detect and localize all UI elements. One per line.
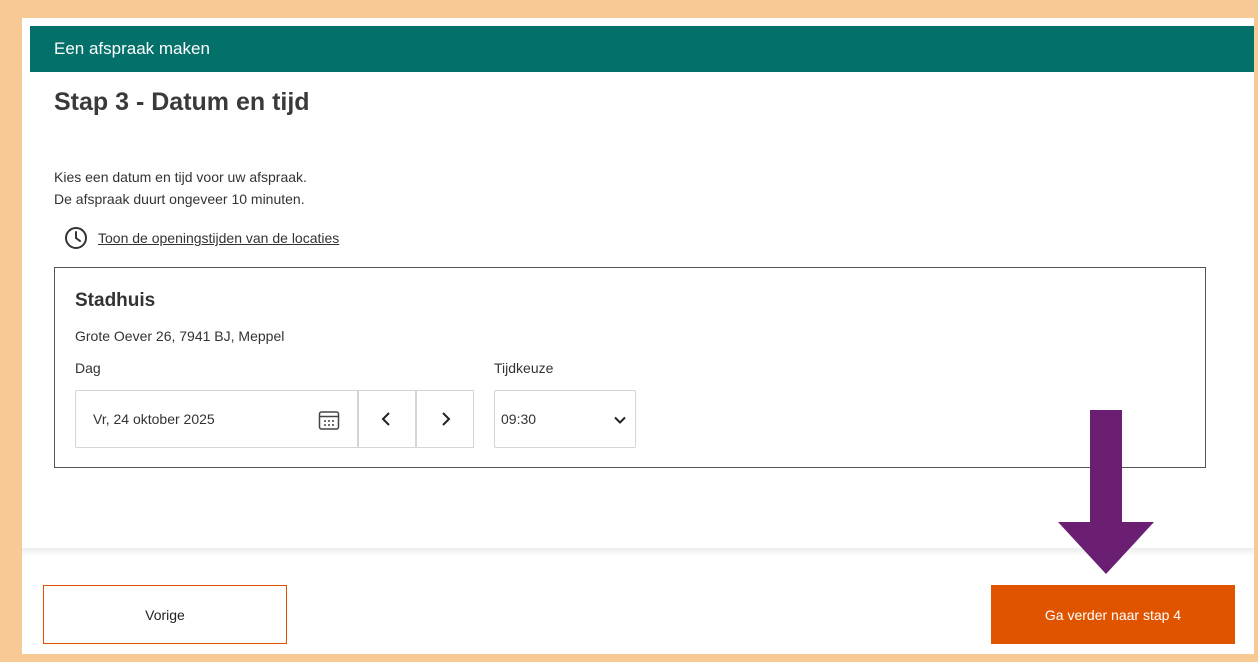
location-address: Grote Oever 26, 7941 BJ, Meppel	[75, 328, 285, 344]
time-label: Tijdkeuze	[494, 360, 554, 376]
location-name: Stadhuis	[75, 290, 156, 311]
intro-line-2: De afspraak duurt ongeveer 10 minuten.	[54, 191, 305, 207]
opening-hours-link-label[interactable]: Toon de openingstijden van de locaties	[98, 230, 339, 246]
time-value: 09:30	[501, 411, 537, 427]
day-label: Dag	[75, 360, 101, 376]
previous-button[interactable]: Vorige	[43, 585, 287, 644]
next-day-button[interactable]	[416, 390, 474, 448]
calendar-icon[interactable]	[317, 408, 341, 432]
step-title: Stap 3 - Datum en tijd	[54, 88, 310, 116]
location-card: Stadhuis Grote Oever 26, 7941 BJ, Meppel…	[54, 267, 1206, 468]
continue-button[interactable]: Ga verder naar stap 4	[991, 585, 1235, 644]
time-select[interactable]: 09:30	[494, 390, 636, 448]
date-input[interactable]: Vr, 24 oktober 2025	[75, 390, 358, 448]
date-value: Vr, 24 oktober 2025	[93, 411, 215, 427]
previous-day-button[interactable]	[358, 390, 416, 448]
annotation-arrow-icon	[1058, 410, 1154, 574]
chevron-right-icon	[442, 412, 451, 426]
header-title: Een afspraak maken	[54, 39, 210, 58]
intro-text: Kies een datum en tijd voor uw afspraak.…	[54, 166, 307, 210]
intro-line-1: Kies een datum en tijd voor uw afspraak.	[54, 169, 307, 185]
chevron-down-icon	[614, 416, 626, 424]
chevron-left-icon	[381, 412, 390, 426]
opening-hours-link[interactable]: Toon de openingstijden van de locaties	[64, 226, 339, 250]
page-header: Een afspraak maken	[30, 26, 1254, 72]
clock-icon	[65, 227, 87, 249]
